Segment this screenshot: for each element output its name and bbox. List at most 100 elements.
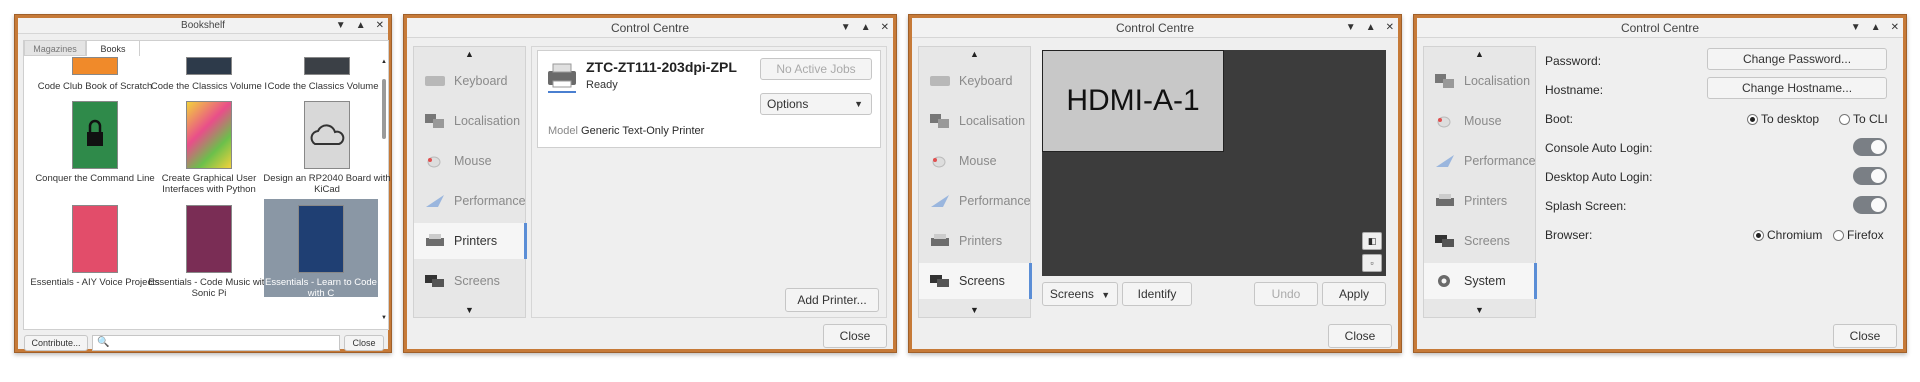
sidebar-item-mouse[interactable]: Mouse bbox=[414, 143, 527, 179]
display-hdmi-a-1[interactable]: HDMI-A-1 bbox=[1042, 50, 1224, 152]
screens-menu-button[interactable]: Screens ▼ bbox=[1042, 282, 1118, 306]
screen-layout-canvas[interactable]: HDMI-A-1 ◧ ▫ bbox=[1042, 50, 1386, 276]
control-centre-screens-window: Control Centre ▼ ▲ ✕ ▲ Keyboard Localisa… bbox=[908, 14, 1402, 353]
book-cover bbox=[72, 101, 118, 169]
titlebar[interactable]: Control Centre ▼ ▲ ✕ bbox=[407, 18, 893, 38]
book-item[interactable]: Essentials - Code Music with Sonic Pi bbox=[144, 205, 274, 299]
book-item[interactable]: Essentials - AIY Voice Projects bbox=[30, 205, 160, 288]
tab-bar: Magazines Books bbox=[24, 40, 140, 56]
console-autologin-toggle[interactable] bbox=[1853, 138, 1887, 156]
sidebar-item-localisation[interactable]: Localisation bbox=[1424, 63, 1537, 99]
close-button[interactable]: Close bbox=[344, 335, 384, 351]
sidebar-item-label: Performance bbox=[454, 194, 526, 208]
printer-model: Model Generic Text-Only Printer bbox=[548, 125, 704, 137]
search-field[interactable]: 🔍 bbox=[92, 335, 340, 351]
search-icon: 🔍 bbox=[97, 337, 110, 348]
sidebar-item-screens[interactable]: Screens bbox=[919, 263, 1032, 299]
sidebar-item-printers[interactable]: Printers bbox=[919, 223, 1032, 259]
sidebar-item-label: Printers bbox=[1464, 194, 1508, 208]
sidebar-item-mouse[interactable]: Mouse bbox=[1424, 103, 1537, 139]
scroll-up-icon[interactable]: ▲ bbox=[381, 59, 387, 65]
sidebar-item-printers[interactable]: Printers bbox=[414, 223, 527, 259]
sidebar-item-performance[interactable]: Performance bbox=[1424, 143, 1537, 179]
lock-icon bbox=[87, 119, 103, 146]
scrollbar[interactable]: ▲ ▼ bbox=[381, 59, 387, 321]
zoom-out-icon[interactable]: ▫ bbox=[1362, 254, 1382, 272]
scroll-up-icon[interactable]: ▲ bbox=[465, 49, 474, 59]
minimize-icon[interactable]: ▼ bbox=[1851, 18, 1861, 38]
scroll-up-icon[interactable]: ▲ bbox=[970, 49, 979, 59]
desktop-autologin-toggle[interactable] bbox=[1853, 167, 1887, 185]
book-item[interactable]: Create Graphical User Interfaces with Py… bbox=[144, 101, 274, 195]
maximize-icon[interactable]: ▲ bbox=[1871, 18, 1881, 38]
browser-label: Browser: bbox=[1545, 228, 1593, 242]
book-item[interactable]: Code the Classics Volume I bbox=[144, 57, 274, 92]
minimize-icon[interactable]: ▼ bbox=[1346, 18, 1356, 38]
scroll-down-icon[interactable]: ▼ bbox=[1475, 305, 1484, 315]
book-item[interactable]: Design an RP2040 Board with KiCad bbox=[262, 101, 392, 195]
boot-cli-radio[interactable]: To CLI bbox=[1839, 112, 1888, 126]
zoom-in-icon[interactable]: ◧ bbox=[1362, 232, 1382, 250]
keyboard-icon bbox=[929, 73, 951, 89]
close-icon[interactable]: ✕ bbox=[1386, 18, 1394, 38]
close-icon[interactable]: ✕ bbox=[376, 18, 384, 34]
book-item[interactable]: Conquer the Command Line bbox=[30, 101, 160, 184]
minimize-icon[interactable]: ▼ bbox=[841, 18, 851, 38]
gear-icon bbox=[1434, 273, 1456, 289]
scroll-down-icon[interactable]: ▼ bbox=[465, 305, 474, 315]
no-active-jobs-button[interactable]: No Active Jobs bbox=[760, 58, 872, 80]
apply-button[interactable]: Apply bbox=[1322, 282, 1386, 306]
printer-card[interactable]: ZTC-ZT111-203dpi-ZPL Ready Model Generic… bbox=[537, 50, 881, 148]
radio-unselected-icon bbox=[1839, 114, 1850, 126]
close-icon[interactable]: ✕ bbox=[1891, 18, 1899, 38]
titlebar[interactable]: Control Centre ▼ ▲ ✕ bbox=[912, 18, 1398, 38]
sidebar-item-localisation[interactable]: Localisation bbox=[919, 103, 1032, 139]
splash-screen-toggle[interactable] bbox=[1853, 196, 1887, 214]
boot-desktop-radio[interactable]: To desktop bbox=[1747, 112, 1819, 126]
sidebar-item-screens[interactable]: Screens bbox=[414, 263, 527, 299]
book-item-selected[interactable]: Essentials - Learn to Code with C bbox=[264, 199, 378, 299]
titlebar[interactable]: Control Centre ▼ ▲ ✕ bbox=[1417, 18, 1903, 38]
sidebar-item-printers[interactable]: Printers bbox=[1424, 183, 1537, 219]
sidebar-item-system[interactable]: System bbox=[1424, 263, 1537, 299]
sidebar-item-keyboard[interactable]: Keyboard bbox=[414, 63, 527, 99]
change-password-button[interactable]: Change Password... bbox=[1707, 48, 1887, 70]
close-button[interactable]: Close bbox=[1833, 324, 1897, 348]
scroll-up-icon[interactable]: ▲ bbox=[1475, 49, 1484, 59]
minimize-icon[interactable]: ▼ bbox=[336, 18, 346, 34]
book-item[interactable]: Code the Classics Volume II bbox=[262, 57, 392, 92]
maximize-icon[interactable]: ▲ bbox=[1366, 18, 1376, 38]
tab-magazines[interactable]: Magazines bbox=[24, 40, 86, 56]
close-button[interactable]: Close bbox=[823, 324, 887, 348]
identify-button[interactable]: Identify bbox=[1122, 282, 1192, 306]
sidebar-item-mouse[interactable]: Mouse bbox=[919, 143, 1032, 179]
sidebar-item-performance[interactable]: Performance bbox=[414, 183, 527, 219]
sidebar-item-label: Printers bbox=[959, 234, 1003, 248]
browser-firefox-radio[interactable]: Firefox bbox=[1833, 228, 1884, 242]
close-icon[interactable]: ✕ bbox=[881, 18, 889, 38]
scrollbar-thumb[interactable] bbox=[382, 79, 386, 139]
sidebar-item-keyboard[interactable]: Keyboard bbox=[919, 63, 1032, 99]
titlebar[interactable]: Bookshelf ▼ ▲ ✕ bbox=[18, 18, 388, 34]
maximize-icon[interactable]: ▲ bbox=[356, 18, 366, 34]
maximize-icon[interactable]: ▲ bbox=[861, 18, 871, 38]
close-button[interactable]: Close bbox=[1328, 324, 1392, 348]
change-hostname-button[interactable]: Change Hostname... bbox=[1707, 77, 1887, 99]
sidebar-item-localisation[interactable]: Localisation bbox=[414, 103, 527, 139]
rocket-icon bbox=[929, 193, 951, 209]
scroll-down-icon[interactable]: ▼ bbox=[970, 305, 979, 315]
browser-chromium-radio[interactable]: Chromium bbox=[1753, 228, 1822, 242]
undo-button[interactable]: Undo bbox=[1254, 282, 1318, 306]
options-dropdown[interactable]: Options ▼ bbox=[760, 93, 872, 115]
tab-books[interactable]: Books bbox=[86, 40, 140, 56]
boot-desktop-label: To desktop bbox=[1761, 112, 1820, 126]
add-printer-button[interactable]: Add Printer... bbox=[785, 288, 879, 312]
contribute-button[interactable]: Contribute... bbox=[24, 335, 88, 351]
sidebar-item-screens[interactable]: Screens bbox=[1424, 223, 1537, 259]
sidebar-item-performance[interactable]: Performance bbox=[919, 183, 1032, 219]
sidebar-item-label: Mouse bbox=[1464, 114, 1502, 128]
model-value: Generic Text-Only Printer bbox=[581, 125, 705, 137]
scroll-down-icon[interactable]: ▼ bbox=[381, 315, 387, 321]
book-item[interactable]: Code Club Book of Scratch bbox=[30, 57, 160, 92]
window-title: Control Centre bbox=[1115, 21, 1195, 35]
